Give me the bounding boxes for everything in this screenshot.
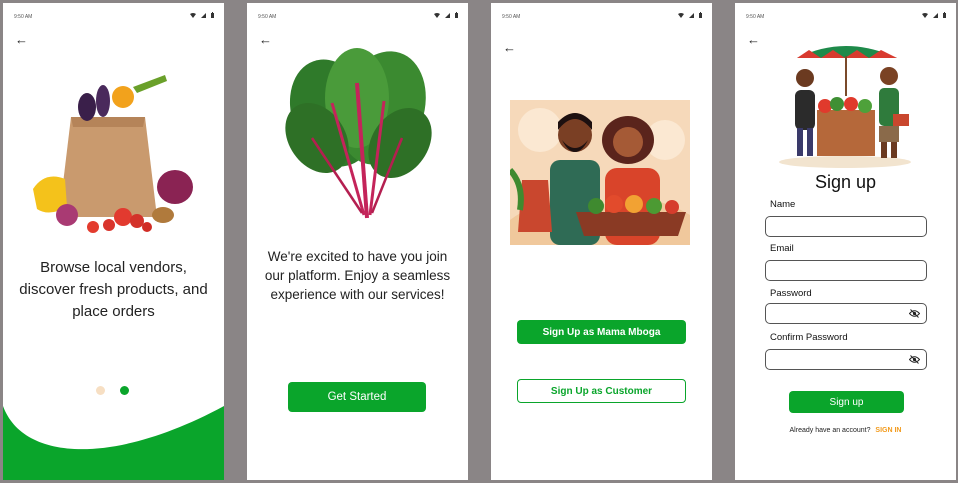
page-dot-1[interactable] [96, 386, 105, 395]
status-time: 9:50 AM [258, 14, 277, 20]
name-label: Name [770, 199, 796, 210]
signal-icon [445, 12, 450, 18]
status-time: 9:50 AM [746, 14, 765, 20]
sign-in-prompt: Already have an account? [789, 427, 871, 434]
status-time: 9:50 AM [502, 14, 521, 20]
confirm-password-label: Confirm Password [770, 332, 848, 343]
role-selection-screen: 9:50 AM ← Sign Up as Mama Mboga Sign Up … [491, 3, 712, 480]
sign-in-link[interactable]: SIGN IN [875, 427, 901, 434]
green-wave-decoration [3, 406, 224, 480]
battery-icon [455, 12, 458, 18]
sign-up-title: Sign up [814, 172, 877, 192]
password-field[interactable] [765, 303, 927, 324]
signal-icon [933, 12, 938, 18]
onboarding-headline: Browse local vendors, discover fresh pro… [19, 259, 208, 320]
sign-in-prompt-row: Already have an account? SIGN IN [735, 427, 956, 434]
wifi-icon [922, 12, 928, 18]
chard-leaves-illustration [272, 43, 442, 233]
email-label: Email [770, 243, 794, 254]
grocery-bag-illustration [25, 67, 201, 241]
sign-up-customer-button[interactable]: Sign Up as Customer [517, 379, 686, 403]
sign-up-button[interactable]: Sign up [789, 391, 904, 413]
signal-icon [201, 12, 206, 18]
wifi-icon [678, 12, 684, 18]
wifi-icon [434, 12, 440, 18]
back-arrow-icon[interactable]: ← [747, 33, 760, 46]
onboarding-screen-welcome: 9:50 AM ← We're excited to have you join… [247, 3, 468, 480]
status-time: 9:50 AM [14, 14, 33, 20]
signal-icon [689, 12, 694, 18]
page-dot-2[interactable] [120, 386, 129, 395]
status-bar: 9:50 AM [502, 12, 702, 22]
back-arrow-icon[interactable]: ← [503, 41, 516, 54]
wifi-icon [190, 12, 196, 18]
vendors-couple-illustration [510, 100, 690, 245]
name-field[interactable] [765, 216, 927, 237]
confirm-password-field[interactable] [765, 349, 927, 370]
back-arrow-icon[interactable]: ← [15, 33, 28, 46]
battery-icon [699, 12, 702, 18]
status-bar: 9:50 AM [746, 12, 946, 22]
market-stall-illustration [777, 38, 913, 170]
sign-up-vendor-button[interactable]: Sign Up as Mama Mboga [517, 320, 686, 344]
eye-off-icon[interactable] [909, 355, 920, 364]
email-field[interactable] [765, 260, 927, 281]
eye-off-icon[interactable] [909, 309, 920, 318]
password-label: Password [770, 288, 812, 299]
status-bar: 9:50 AM [14, 12, 214, 22]
status-bar: 9:50 AM [258, 12, 458, 22]
battery-icon [943, 12, 946, 18]
welcome-headline: We're excited to have you join our platf… [264, 249, 451, 302]
sign-up-screen: 9:50 AM ← Sign up Name Email Password Co… [735, 3, 956, 480]
onboarding-screen-browse: 9:50 AM ← Browse local vendors, discover… [3, 3, 224, 480]
page-indicator [96, 386, 129, 395]
battery-icon [211, 12, 214, 18]
back-arrow-icon[interactable]: ← [259, 33, 272, 46]
get-started-button[interactable]: Get Started [288, 382, 426, 412]
